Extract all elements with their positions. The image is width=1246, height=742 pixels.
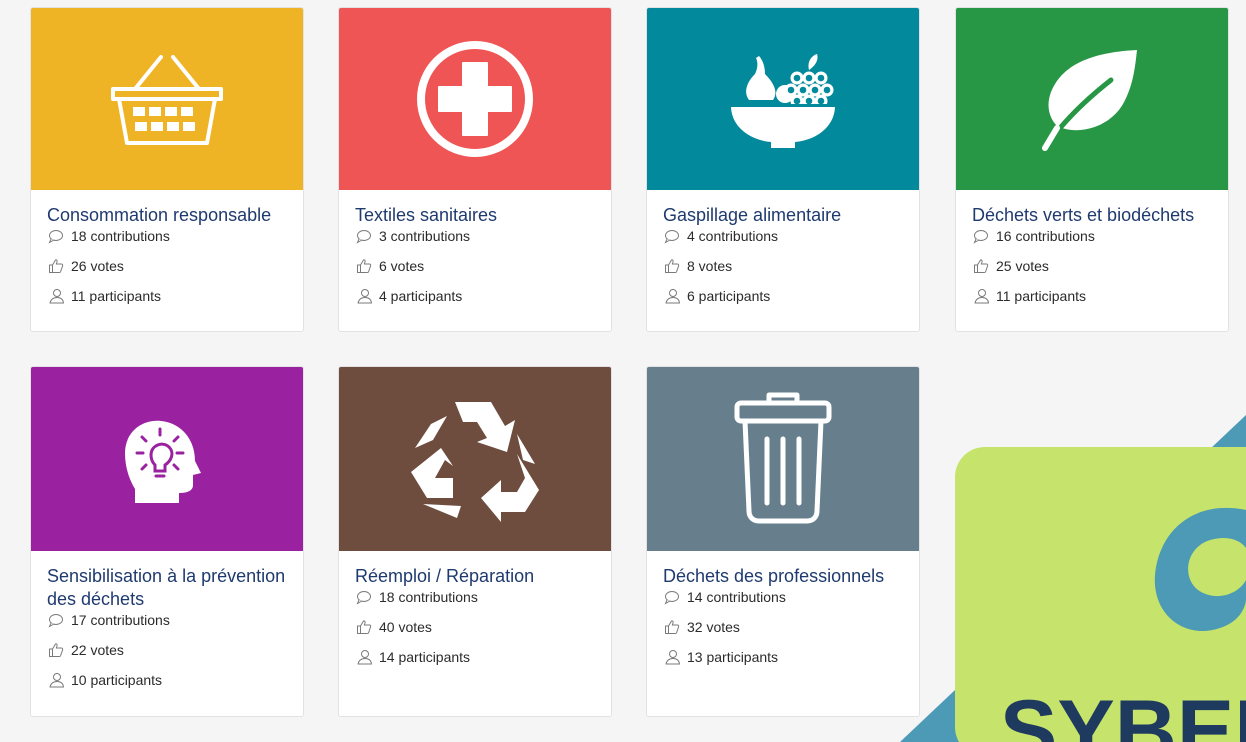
head-lightbulb-icon xyxy=(125,420,201,503)
thumbs-up-icon xyxy=(974,259,989,273)
contributions-count: 4 contributions xyxy=(687,228,779,244)
logo-green-panel xyxy=(955,447,1246,742)
participants-count: 4 participants xyxy=(379,288,463,304)
logo-text: SYBERT xyxy=(1000,683,1246,742)
user-icon xyxy=(49,289,64,304)
card-title[interactable]: Textiles sanitaires xyxy=(355,204,601,227)
user-icon xyxy=(974,289,989,304)
card-image xyxy=(339,367,611,551)
contributions-count: 17 contributions xyxy=(71,612,170,628)
card-title[interactable]: Sensibilisation à la prévention des déch… xyxy=(47,565,293,611)
participants-count: 13 participants xyxy=(687,649,779,665)
contributions-stat: 4 contributions xyxy=(663,228,909,244)
user-icon xyxy=(357,289,372,304)
votes-count: 6 votes xyxy=(379,258,425,274)
thumbs-up-icon xyxy=(49,643,64,657)
contributions-count: 16 contributions xyxy=(996,228,1095,244)
user-icon xyxy=(357,650,372,665)
user-icon xyxy=(49,673,64,688)
logo-blue-triangle xyxy=(900,415,1246,742)
votes-stat: 6 votes xyxy=(355,258,601,274)
participants-count: 10 participants xyxy=(71,672,163,688)
votes-count: 25 votes xyxy=(996,258,1049,274)
contributions-count: 14 contributions xyxy=(687,589,786,605)
comment-icon xyxy=(48,614,63,628)
contributions-stat: 14 contributions xyxy=(663,589,909,605)
participants-count: 11 participants xyxy=(71,288,162,304)
card-title[interactable]: Gaspillage alimentaire xyxy=(663,204,909,227)
votes-stat: 26 votes xyxy=(47,258,293,274)
fruit-bowl-icon xyxy=(731,54,835,148)
votes-stat: 25 votes xyxy=(972,258,1218,274)
comment-icon xyxy=(664,230,679,244)
votes-count: 22 votes xyxy=(71,642,124,658)
contributions-count: 3 contributions xyxy=(379,228,471,244)
participants-stat: 11 participants xyxy=(47,288,293,304)
user-icon xyxy=(665,650,680,665)
votes-count: 32 votes xyxy=(687,619,740,635)
participants-stat: 10 participants xyxy=(47,672,293,688)
participants-stat: 6 participants xyxy=(663,288,909,304)
votes-stat: 40 votes xyxy=(355,619,601,635)
comment-icon xyxy=(48,230,63,244)
leaf-icon xyxy=(1042,50,1137,151)
participants-count: 14 participants xyxy=(379,649,471,665)
card-dechets-professionnels[interactable]: Déchets des professionnels 14 contributi… xyxy=(646,366,920,717)
votes-stat: 22 votes xyxy=(47,642,293,658)
comment-icon xyxy=(356,230,371,244)
card-image xyxy=(956,8,1228,190)
card-title[interactable]: Consommation responsable xyxy=(47,204,293,227)
card-image xyxy=(647,367,919,551)
contributions-stat: 17 contributions xyxy=(47,612,293,628)
thumbs-up-icon xyxy=(665,620,680,634)
recycle-icon xyxy=(411,402,539,522)
card-gaspillage-alimentaire[interactable]: Gaspillage alimentaire 4 contributions 8… xyxy=(646,7,920,332)
card-dechets-verts[interactable]: Déchets verts et biodéchets 16 contribut… xyxy=(955,7,1229,332)
participants-stat: 4 participants xyxy=(355,288,601,304)
votes-stat: 32 votes xyxy=(663,619,909,635)
participants-count: 11 participants xyxy=(996,288,1087,304)
thumbs-up-icon xyxy=(357,259,372,273)
votes-stat: 8 votes xyxy=(663,258,909,274)
thumbs-up-icon xyxy=(357,620,372,634)
participants-stat: 13 participants xyxy=(663,649,909,665)
comment-icon xyxy=(664,591,679,605)
card-textiles-sanitaires[interactable]: Textiles sanitaires 3 contributions 6 vo… xyxy=(338,7,612,332)
contributions-stat: 18 contributions xyxy=(47,228,293,244)
participants-count: 6 participants xyxy=(687,288,771,304)
contributions-stat: 16 contributions xyxy=(972,228,1218,244)
basket-icon xyxy=(111,55,223,145)
votes-count: 40 votes xyxy=(379,619,432,635)
card-image xyxy=(31,8,303,190)
user-icon xyxy=(665,289,680,304)
contributions-stat: 18 contributions xyxy=(355,589,601,605)
medical-cross-icon xyxy=(417,41,533,157)
card-title[interactable]: Déchets verts et biodéchets xyxy=(972,204,1218,227)
contributions-stat: 3 contributions xyxy=(355,228,601,244)
card-sensibilisation[interactable]: Sensibilisation à la prévention des déch… xyxy=(30,366,304,717)
card-image xyxy=(339,8,611,190)
votes-count: 8 votes xyxy=(687,258,733,274)
thumbs-up-icon xyxy=(665,259,680,273)
participants-stat: 11 participants xyxy=(972,288,1218,304)
trash-can-icon xyxy=(734,392,832,524)
contributions-count: 18 contributions xyxy=(71,228,170,244)
card-image xyxy=(647,8,919,190)
participants-stat: 14 participants xyxy=(355,649,601,665)
card-title[interactable]: Réemploi / Réparation xyxy=(355,565,601,588)
card-reemploi-reparation[interactable]: Réemploi / Réparation 18 contributions 4… xyxy=(338,366,612,717)
card-title[interactable]: Déchets des professionnels xyxy=(663,565,909,588)
comment-icon xyxy=(356,591,371,605)
logo-swirl xyxy=(1154,507,1246,632)
comment-icon xyxy=(973,230,988,244)
contributions-count: 18 contributions xyxy=(379,589,478,605)
thumbs-up-icon xyxy=(49,259,64,273)
card-image xyxy=(31,367,303,551)
card-consommation-responsable[interactable]: Consommation responsable 18 contribution… xyxy=(30,7,304,332)
votes-count: 26 votes xyxy=(71,258,124,274)
